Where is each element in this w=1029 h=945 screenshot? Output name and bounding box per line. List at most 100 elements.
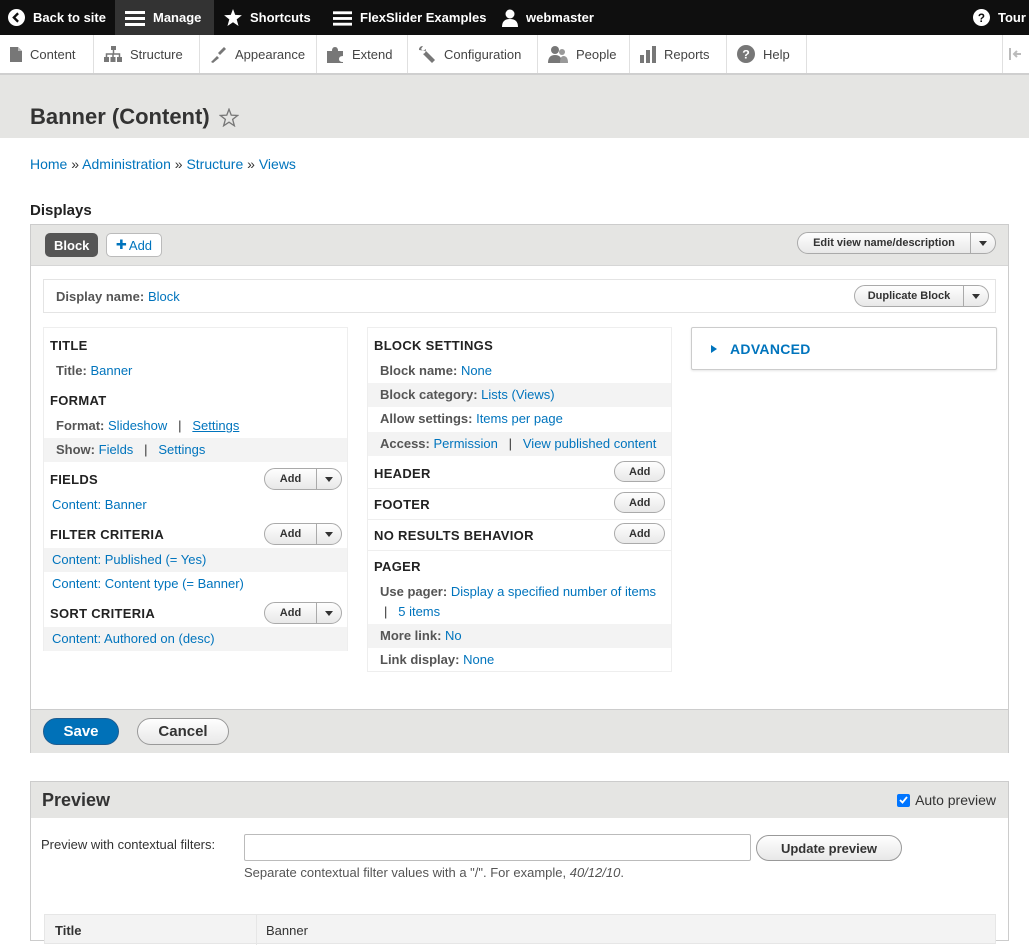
menu-item-configuration[interactable]: Configuration <box>408 35 538 73</box>
pager-items-link[interactable]: 5 items <box>398 604 440 619</box>
menu-item-people[interactable]: People <box>538 35 630 73</box>
page-icon <box>10 46 22 62</box>
svg-text:?: ? <box>978 12 985 25</box>
back-to-site-link[interactable]: Back to site <box>8 0 106 35</box>
cancel-button[interactable]: Cancel <box>137 718 229 745</box>
access-view-published-link[interactable]: View published content <box>523 436 656 451</box>
advanced-toggle[interactable]: ADVANCED <box>691 327 997 370</box>
filter-add-button[interactable]: Add <box>265 524 317 544</box>
breadcrumb-structure[interactable]: Structure <box>186 156 243 172</box>
menu-item-extend[interactable]: Extend <box>317 35 408 73</box>
paintbrush-icon <box>211 46 226 63</box>
menu-item-label: Help <box>763 46 790 62</box>
filter-item: Content: Published (= Yes) <box>44 548 347 572</box>
menu-item-help[interactable]: ? Help <box>727 35 807 73</box>
format-heading: FORMAT <box>50 393 107 408</box>
contextual-filters-input[interactable] <box>244 834 751 861</box>
caret-down-icon <box>325 610 333 616</box>
form-actions: Save Cancel <box>31 709 1008 753</box>
block-name-link[interactable]: None <box>461 363 492 378</box>
auto-preview-checkbox[interactable]: Auto preview <box>897 792 996 808</box>
header-add-button[interactable]: Add <box>614 461 666 482</box>
pipe-separator: | <box>178 418 182 433</box>
toggle-orientation-icon <box>1009 48 1021 60</box>
access-row: Access: Permission | View published cont… <box>368 432 671 456</box>
displays-heading: Displays <box>30 202 92 219</box>
sort-add-button[interactable]: Add <box>265 603 317 623</box>
middle-column: BLOCK SETTINGS Block name: None Block ca… <box>367 327 672 672</box>
dropdown-toggle[interactable] <box>317 603 341 623</box>
field-content-banner-link[interactable]: Content: Banner <box>52 497 147 512</box>
duplicate-block-button[interactable]: Duplicate Block <box>855 286 964 306</box>
show-settings-link[interactable]: Settings <box>158 442 205 457</box>
display-tab-block[interactable]: Block <box>45 233 99 257</box>
fields-add-dropbutton[interactable]: Add <box>264 468 342 490</box>
flexslider-examples-label: FlexSlider Examples <box>360 10 487 25</box>
edit-view-name-button[interactable]: Edit view name/description <box>798 233 971 253</box>
breadcrumb-administration[interactable]: Administration <box>82 156 171 172</box>
add-display-button[interactable]: ✚ Add <box>106 233 163 257</box>
block-category-label: Block category: <box>380 387 478 402</box>
menu-item-label: Structure <box>130 46 183 62</box>
block-category-link[interactable]: Lists (Views) <box>481 387 554 402</box>
filter-published-link[interactable]: Content: Published (= Yes) <box>52 552 206 567</box>
title-value-link[interactable]: Banner <box>90 363 132 378</box>
user-tab[interactable]: webmaster <box>502 0 594 35</box>
checkbox-checked-icon <box>897 793 911 807</box>
more-link-link[interactable]: No <box>445 628 462 643</box>
use-pager-link[interactable]: Display a specified number of items <box>451 584 656 599</box>
menu-icon <box>333 10 352 26</box>
dropdown-toggle[interactable] <box>317 524 341 544</box>
help-icon: ? <box>737 45 755 63</box>
breadcrumb-views[interactable]: Views <box>259 156 296 172</box>
link-display-link[interactable]: None <box>463 652 494 667</box>
dropdown-toggle[interactable] <box>971 233 995 253</box>
pipe-separator: | <box>144 442 148 457</box>
help-text: Separate contextual filter values with a… <box>244 865 567 880</box>
preview-heading: Preview <box>42 790 111 810</box>
fields-add-button[interactable]: Add <box>265 469 317 489</box>
back-to-site-label: Back to site <box>33 10 106 25</box>
allow-settings-label: Allow settings: <box>380 411 473 426</box>
filter-add-dropbutton[interactable]: Add <box>264 523 342 545</box>
menu-item-appearance[interactable]: Appearance <box>200 35 317 73</box>
manage-tab[interactable]: Manage <box>115 0 214 35</box>
menu-item-label: Appearance <box>235 46 306 62</box>
show-value-link[interactable]: Fields <box>99 442 134 457</box>
menu-item-content[interactable]: Content <box>0 35 94 73</box>
preview-header: Preview Auto preview <box>31 782 1008 818</box>
breadcrumb-home[interactable]: Home <box>30 156 67 172</box>
flexslider-examples-tab[interactable]: FlexSlider Examples <box>333 0 486 35</box>
add-display-label: Add <box>128 237 153 253</box>
more-link-label: More link: <box>380 628 442 643</box>
dropdown-toggle[interactable] <box>964 286 988 306</box>
access-label: Access: <box>380 436 430 451</box>
save-button[interactable]: Save <box>43 718 119 745</box>
dropdown-toggle[interactable] <box>317 469 341 489</box>
header-heading: HEADER <box>374 466 431 481</box>
allow-settings-link[interactable]: Items per page <box>476 411 563 426</box>
duplicate-dropbutton[interactable]: Duplicate Block <box>854 285 989 307</box>
show-label: Show: <box>56 442 95 457</box>
format-settings-link[interactable]: Settings <box>192 418 239 433</box>
display-name-link[interactable]: Block <box>148 289 180 304</box>
menu-item-reports[interactable]: Reports <box>630 35 727 73</box>
field-item: Content: Banner <box>52 497 147 512</box>
star-outline-icon[interactable] <box>218 107 239 127</box>
edit-view-dropbutton[interactable]: Edit view name/description <box>797 232 996 254</box>
shortcuts-tab[interactable]: Shortcuts <box>224 0 311 35</box>
block-category-row: Block category: Lists (Views) <box>368 383 671 407</box>
tour-button[interactable]: ? Tour <box>973 0 1026 35</box>
footer-add-button[interactable]: Add <box>614 492 666 513</box>
no-results-add-button[interactable]: Add <box>614 523 666 544</box>
orientation-toggle[interactable] <box>1002 35 1029 73</box>
sort-authored-on-link[interactable]: Content: Authored on (desc) <box>52 631 215 646</box>
access-permission-link[interactable]: Permission <box>434 436 498 451</box>
filter-content-type-link[interactable]: Content: Content type (= Banner) <box>52 576 244 591</box>
menu-item-structure[interactable]: Structure <box>94 35 200 73</box>
update-preview-button[interactable]: Update preview <box>756 835 902 861</box>
left-column: TITLE Title: Banner FORMAT Format: Slide… <box>43 327 348 651</box>
preview-table-row: Title Banner <box>44 914 996 945</box>
sort-add-dropbutton[interactable]: Add <box>264 602 342 624</box>
format-value-link[interactable]: Slideshow <box>108 418 167 433</box>
